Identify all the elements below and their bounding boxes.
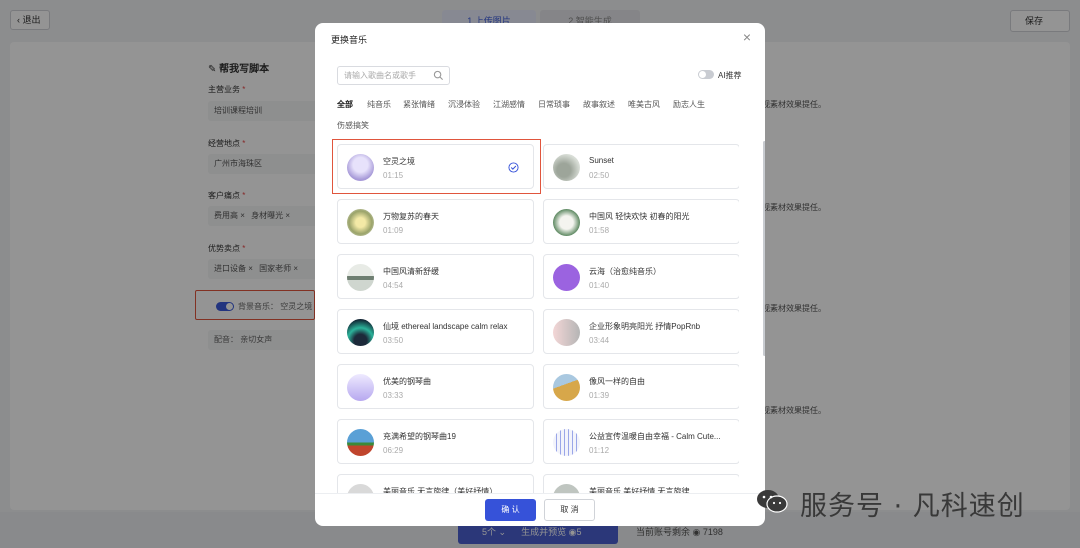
music-item[interactable]: 仙境 ethereal landscape calm relax 03:50 [337, 309, 534, 354]
music-name: 云海（治愈纯音乐） [589, 267, 661, 276]
close-icon[interactable]: × [743, 30, 751, 44]
album-thumb [553, 154, 580, 181]
category-tab[interactable]: 纯音乐 [367, 99, 391, 110]
music-item[interactable]: 中国风清新舒缓 04:54 [337, 254, 534, 299]
music-item[interactable]: 万物复苏的春天 01:09 [337, 199, 534, 244]
album-thumb [347, 209, 374, 236]
music-item[interactable]: Sunset 02:50 [543, 144, 739, 189]
music-duration: 04:54 [383, 281, 404, 290]
music-duration: 06:29 [383, 446, 404, 455]
music-item[interactable]: 优美的钢琴曲 03:33 [337, 364, 534, 409]
category-tab[interactable]: 沉浸体验 [448, 99, 480, 110]
music-duration: 01:40 [589, 281, 610, 290]
album-thumb [553, 319, 580, 346]
music-name: 万物复苏的春天 [383, 212, 439, 221]
dialog-title: 更换音乐 [331, 35, 368, 45]
music-item[interactable]: 公益宣传温暖自由幸福 - Calm Cute... 01:12 [543, 419, 739, 464]
category-tab[interactable]: 伤感搞笑 [337, 120, 369, 131]
footer-divider [315, 493, 765, 494]
music-name: 中国风 轻快欢快 初春的阳光 [589, 212, 690, 221]
cancel-button[interactable]: 取 消 [544, 499, 595, 521]
wechat-icon [757, 490, 788, 513]
category-tab[interactable]: 唯美古风 [628, 99, 660, 110]
search-box [337, 66, 450, 85]
music-item[interactable]: 美丽音乐 美好抒情 无言旋律 [543, 474, 739, 494]
ai-recommend-label: AI推荐 [718, 71, 742, 80]
music-name: 像风一样的自由 [589, 377, 645, 386]
music-item[interactable]: 企业形象明亮阳光 抒情PopRnb 03:44 [543, 309, 739, 354]
search-icon[interactable] [433, 70, 444, 81]
album-thumb [553, 209, 580, 236]
ai-recommend-toggle[interactable] [698, 70, 714, 79]
music-duration: 01:12 [589, 446, 610, 455]
music-name: 企业形象明亮阳光 抒情PopRnb [589, 322, 701, 331]
category-tab[interactable]: 紧张情绪 [403, 99, 435, 110]
music-item[interactable]: 像风一样的自由 01:39 [543, 364, 739, 409]
category-tab[interactable]: 日常琐事 [538, 99, 570, 110]
search-input[interactable] [338, 67, 428, 84]
category-tab[interactable]: 故事叙述 [583, 99, 615, 110]
music-item[interactable]: 中国风 轻快欢快 初春的阳光 01:58 [543, 199, 739, 244]
album-thumb [347, 429, 374, 456]
category-tab[interactable]: 全部 [337, 99, 353, 110]
confirm-button[interactable]: 确 认 [485, 499, 536, 521]
music-duration: 03:33 [383, 391, 404, 400]
watermark-text: 服务号 · 凡科速创 [800, 491, 1025, 522]
album-thumb [347, 374, 374, 401]
music-name: 优美的钢琴曲 [383, 377, 431, 386]
category-tab[interactable]: 江湖感情 [493, 99, 525, 110]
category-tab[interactable]: 励志人生 [673, 99, 705, 110]
music-duration: 01:58 [589, 226, 610, 235]
change-music-dialog: 更换音乐 × AI推荐 全部 纯音乐 紧张情绪 沉浸体验 江湖感情 日常琐事 故… [315, 23, 765, 526]
music-list: 空灵之境 01:15 Sunset 02:50 万物复苏的春天 01:09 中国… [337, 144, 739, 494]
music-name: 仙境 ethereal landscape calm relax [383, 322, 508, 331]
album-thumb [553, 264, 580, 291]
album-thumb [347, 264, 374, 291]
music-item[interactable]: 云海（治愈纯音乐） 01:40 [543, 254, 739, 299]
album-thumb [553, 374, 580, 401]
music-name: 公益宣传温暖自由幸福 - Calm Cute... [589, 432, 721, 441]
music-duration: 03:50 [383, 336, 404, 345]
music-name: 充满希望的钢琴曲19 [383, 432, 456, 441]
music-name: Sunset [589, 156, 614, 165]
music-item[interactable]: 美丽音乐 无言旋律（美好抒情） [337, 474, 534, 494]
album-thumb [347, 319, 374, 346]
music-item[interactable]: 充满希望的钢琴曲19 06:29 [337, 419, 534, 464]
album-thumb [553, 429, 580, 456]
list-scrollbar[interactable] [763, 141, 765, 356]
music-duration: 01:09 [383, 226, 404, 235]
music-duration: 02:50 [589, 171, 610, 180]
music-name: 中国风清新舒缓 [383, 267, 439, 276]
selected-highlight-frame [332, 139, 541, 194]
music-duration: 01:39 [589, 391, 610, 400]
music-duration: 03:44 [589, 336, 610, 345]
